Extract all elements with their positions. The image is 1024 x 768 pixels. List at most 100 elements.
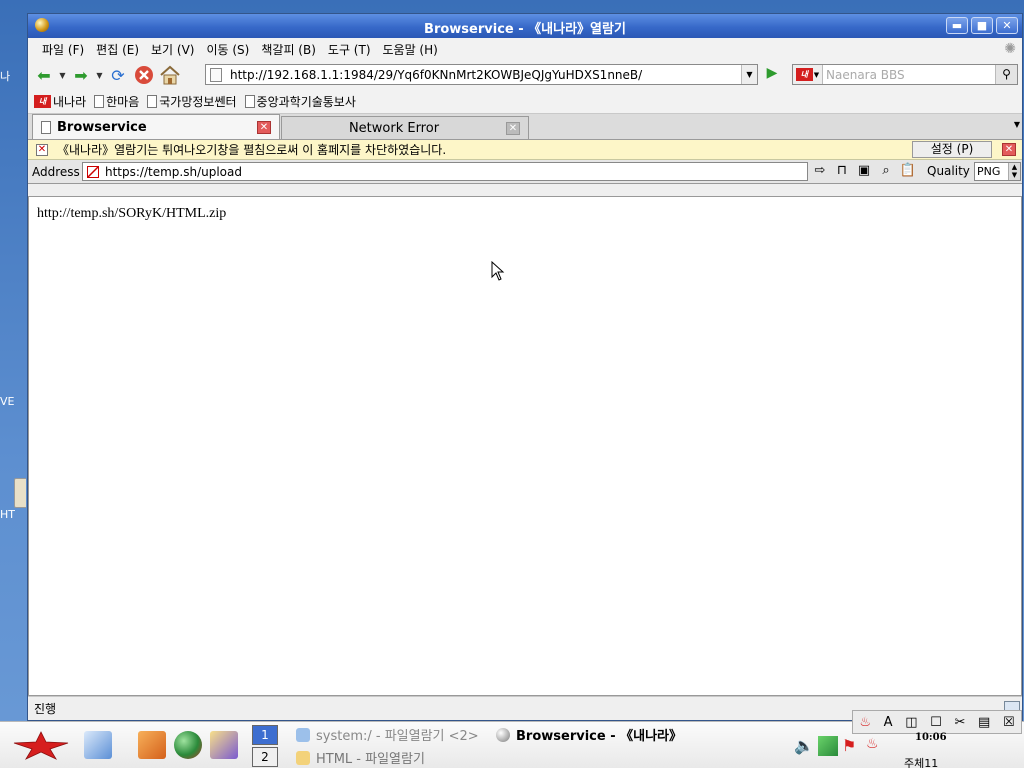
browservice-control-bar: Address https://temp.sh/upload ⇨ ⊓ ▣ ⌕ 📋… <box>28 160 1022 184</box>
tab-list-dropdown-icon[interactable]: ▼ <box>1014 120 1020 129</box>
address-label: Address <box>32 164 80 179</box>
desktop-icon-label-2[interactable]: VE <box>0 395 26 408</box>
title-bar[interactable]: Browservice - 《내나라》열람기 ▬ ■ ✕ <box>28 14 1022 38</box>
taskbar: 1 2 system:/ - 파일열람기 <2> Browservice - 《… <box>0 710 1024 768</box>
bookmark-naenara[interactable]: 내 내나라 <box>34 93 86 110</box>
menu-edit[interactable]: 편집 (E) <box>90 41 145 58</box>
media-player-launcher-icon[interactable] <box>210 731 238 759</box>
file-manager-launcher-icon[interactable] <box>138 731 166 759</box>
forward-history-dropdown-icon[interactable]: ▼ <box>95 71 104 80</box>
quality-label: Quality <box>927 164 970 178</box>
naenara-logo-icon: 내 <box>795 68 813 81</box>
back-arrow-icon[interactable]: ⬅ <box>32 63 56 87</box>
close-panel-icon[interactable]: ☒ <box>1003 715 1015 730</box>
menu-view[interactable]: 보기 (V) <box>145 41 200 58</box>
bookmark-icon[interactable]: ⊓ <box>833 163 851 178</box>
panel-icon[interactable]: ◫ <box>905 715 917 730</box>
navigation-toolbar: ⬅ ▼ ➡ ▼ ⟳ http://192.168.1.1:1984/29/Yq6… <box>28 60 1022 90</box>
clock[interactable]: 10:06 <box>915 732 947 743</box>
url-bar[interactable]: http://192.168.1.1:1984/29/Yq6f0KNnMrt2K… <box>205 64 758 85</box>
flame-icon[interactable]: ♨ <box>859 715 871 730</box>
text-editor-launcher-icon[interactable] <box>84 731 112 759</box>
browser-launcher-icon[interactable] <box>174 731 202 759</box>
mouse-cursor-icon <box>491 261 505 281</box>
save-icon[interactable]: ▣ <box>855 163 873 178</box>
bookmark-hanmaeum[interactable]: 한마음 <box>94 93 139 110</box>
search-input[interactable]: Naenara BBS <box>823 68 995 82</box>
page-content: http://temp.sh/SORyK/HTML.zip <box>28 196 1022 696</box>
home-icon[interactable] <box>158 63 182 87</box>
page-icon <box>41 120 51 134</box>
volume-icon[interactable]: 🔈 <box>794 736 814 756</box>
flag-icon[interactable]: ⚑ <box>842 736 862 756</box>
go-arrow-icon[interactable]: ⇨ <box>811 163 829 178</box>
quality-spinner-icon[interactable]: ▲ ▼ <box>1008 163 1020 180</box>
forward-arrow-icon[interactable]: ➡ <box>69 63 93 87</box>
menu-file[interactable]: 파일 (F) <box>36 41 90 58</box>
quality-selector[interactable]: PNG ▲ ▼ <box>974 162 1021 181</box>
quick-launch-panel: ♨ A ◫ ☐ ✂ ▤ ☒ <box>852 710 1022 734</box>
stop-icon[interactable] <box>132 63 156 87</box>
date: 주체11 <box>904 757 939 768</box>
notes-icon[interactable]: ☐ <box>930 715 942 730</box>
notification-options-button[interactable]: 설정 (P) <box>912 141 992 158</box>
bookmark-national-network-center[interactable]: 국가망정보쎈터 <box>147 93 237 110</box>
network-icon[interactable] <box>818 736 838 756</box>
workspace-2-button[interactable]: 2 <box>252 747 278 767</box>
bookmarks-toolbar: 내 내나라 한마음 국가망정보쎈터 중앙과학기술통보사 <box>28 90 1022 114</box>
tab-close-icon[interactable]: ✕ <box>506 121 520 135</box>
folder-icon <box>296 750 310 765</box>
desktop-icon-label-1[interactable]: 나 <box>0 68 26 84</box>
search-engine-selector[interactable]: 내 ▼ <box>793 65 823 84</box>
system-tray: 🔈 ⚑ ♨ <box>794 736 886 756</box>
folder-icon <box>14 478 26 508</box>
page-icon <box>244 95 255 108</box>
menu-bar: 파일 (F) 편집 (E) 보기 (V) 이동 (S) 책갈피 (B) 도구 (… <box>28 38 1022 60</box>
reload-icon[interactable]: ⟳ <box>106 63 130 87</box>
tab-close-icon[interactable]: ✕ <box>257 120 271 134</box>
close-button[interactable]: ✕ <box>996 17 1018 34</box>
notification-close-icon[interactable]: ✕ <box>1002 143 1016 156</box>
find-icon[interactable]: ⌕ <box>877 163 895 178</box>
bookmark-central-science-news[interactable]: 중앙과학기술통보사 <box>244 93 356 110</box>
url-input[interactable]: http://192.168.1.1:1984/29/Yq6f0KNnMrt2K… <box>230 68 741 82</box>
notification-message: 《내나라》열람기는 튀여나오기창을 펼침으로써 이 홈페지를 차단하였습니다. <box>57 143 447 157</box>
taskbar-item-system-file-manager[interactable]: system:/ - 파일열람기 <2> <box>296 725 479 744</box>
start-menu-star-icon[interactable] <box>12 730 70 760</box>
upload-result-text[interactable]: http://temp.sh/SORyK/HTML.zip <box>37 206 226 222</box>
page-icon <box>147 95 158 108</box>
desktop-icon-html-folder[interactable]: HT <box>0 478 26 521</box>
browser-icon <box>496 727 510 742</box>
browservice-address-field[interactable]: https://temp.sh/upload <box>82 162 808 181</box>
menu-bookmarks[interactable]: 책갈피 (B) <box>255 41 322 58</box>
browservice-address-input[interactable]: https://temp.sh/upload <box>105 165 242 179</box>
url-history-dropdown-icon[interactable]: ▼ <box>741 65 757 84</box>
back-history-dropdown-icon[interactable]: ▼ <box>58 71 67 80</box>
page-icon <box>210 67 222 82</box>
taskbar-item-html-file-manager[interactable]: HTML - 파일열람기 <box>296 748 425 767</box>
menu-help[interactable]: 도움말 (H) <box>377 41 444 58</box>
minimize-button[interactable]: ▬ <box>946 17 968 34</box>
taskbar-item-browservice[interactable]: Browservice - 《내나라》 <box>496 725 682 744</box>
clipboard-icon[interactable]: 📋 <box>899 163 917 178</box>
search-bar[interactable]: 내 ▼ Naenara BBS ⚲ <box>792 64 1018 85</box>
page-icon <box>94 95 105 108</box>
maximize-button[interactable]: ■ <box>971 17 993 34</box>
go-button[interactable]: ▶ <box>762 65 782 85</box>
tab-strip: Browservice ✕ Network Error ✕ ▼ <box>28 114 1022 140</box>
search-icon[interactable]: ⚲ <box>995 65 1017 84</box>
menu-tools[interactable]: 도구 (T) <box>322 41 377 58</box>
workspace-1-button[interactable]: 1 <box>252 725 278 745</box>
alert-icon[interactable]: ♨ <box>866 736 886 756</box>
throbber-icon: ✺ <box>1004 41 1016 57</box>
menu-go[interactable]: 이동 (S) <box>200 41 255 58</box>
font-icon[interactable]: A <box>884 715 893 730</box>
tab-network-error[interactable]: Network Error ✕ <box>281 116 529 139</box>
document-icon[interactable]: ▤ <box>978 715 990 730</box>
naenara-logo-icon: 내 <box>34 95 51 108</box>
tab-browservice[interactable]: Browservice ✕ <box>32 114 280 139</box>
tools-icon[interactable]: ✂ <box>954 715 965 730</box>
window-title: Browservice - 《내나라》열람기 <box>424 22 626 37</box>
popup-blocked-notification: ✕ 《내나라》열람기는 튀여나오기창을 펼침으로써 이 홈페지를 차단하였습니다… <box>28 140 1022 160</box>
status-text: 진행 <box>34 702 57 716</box>
